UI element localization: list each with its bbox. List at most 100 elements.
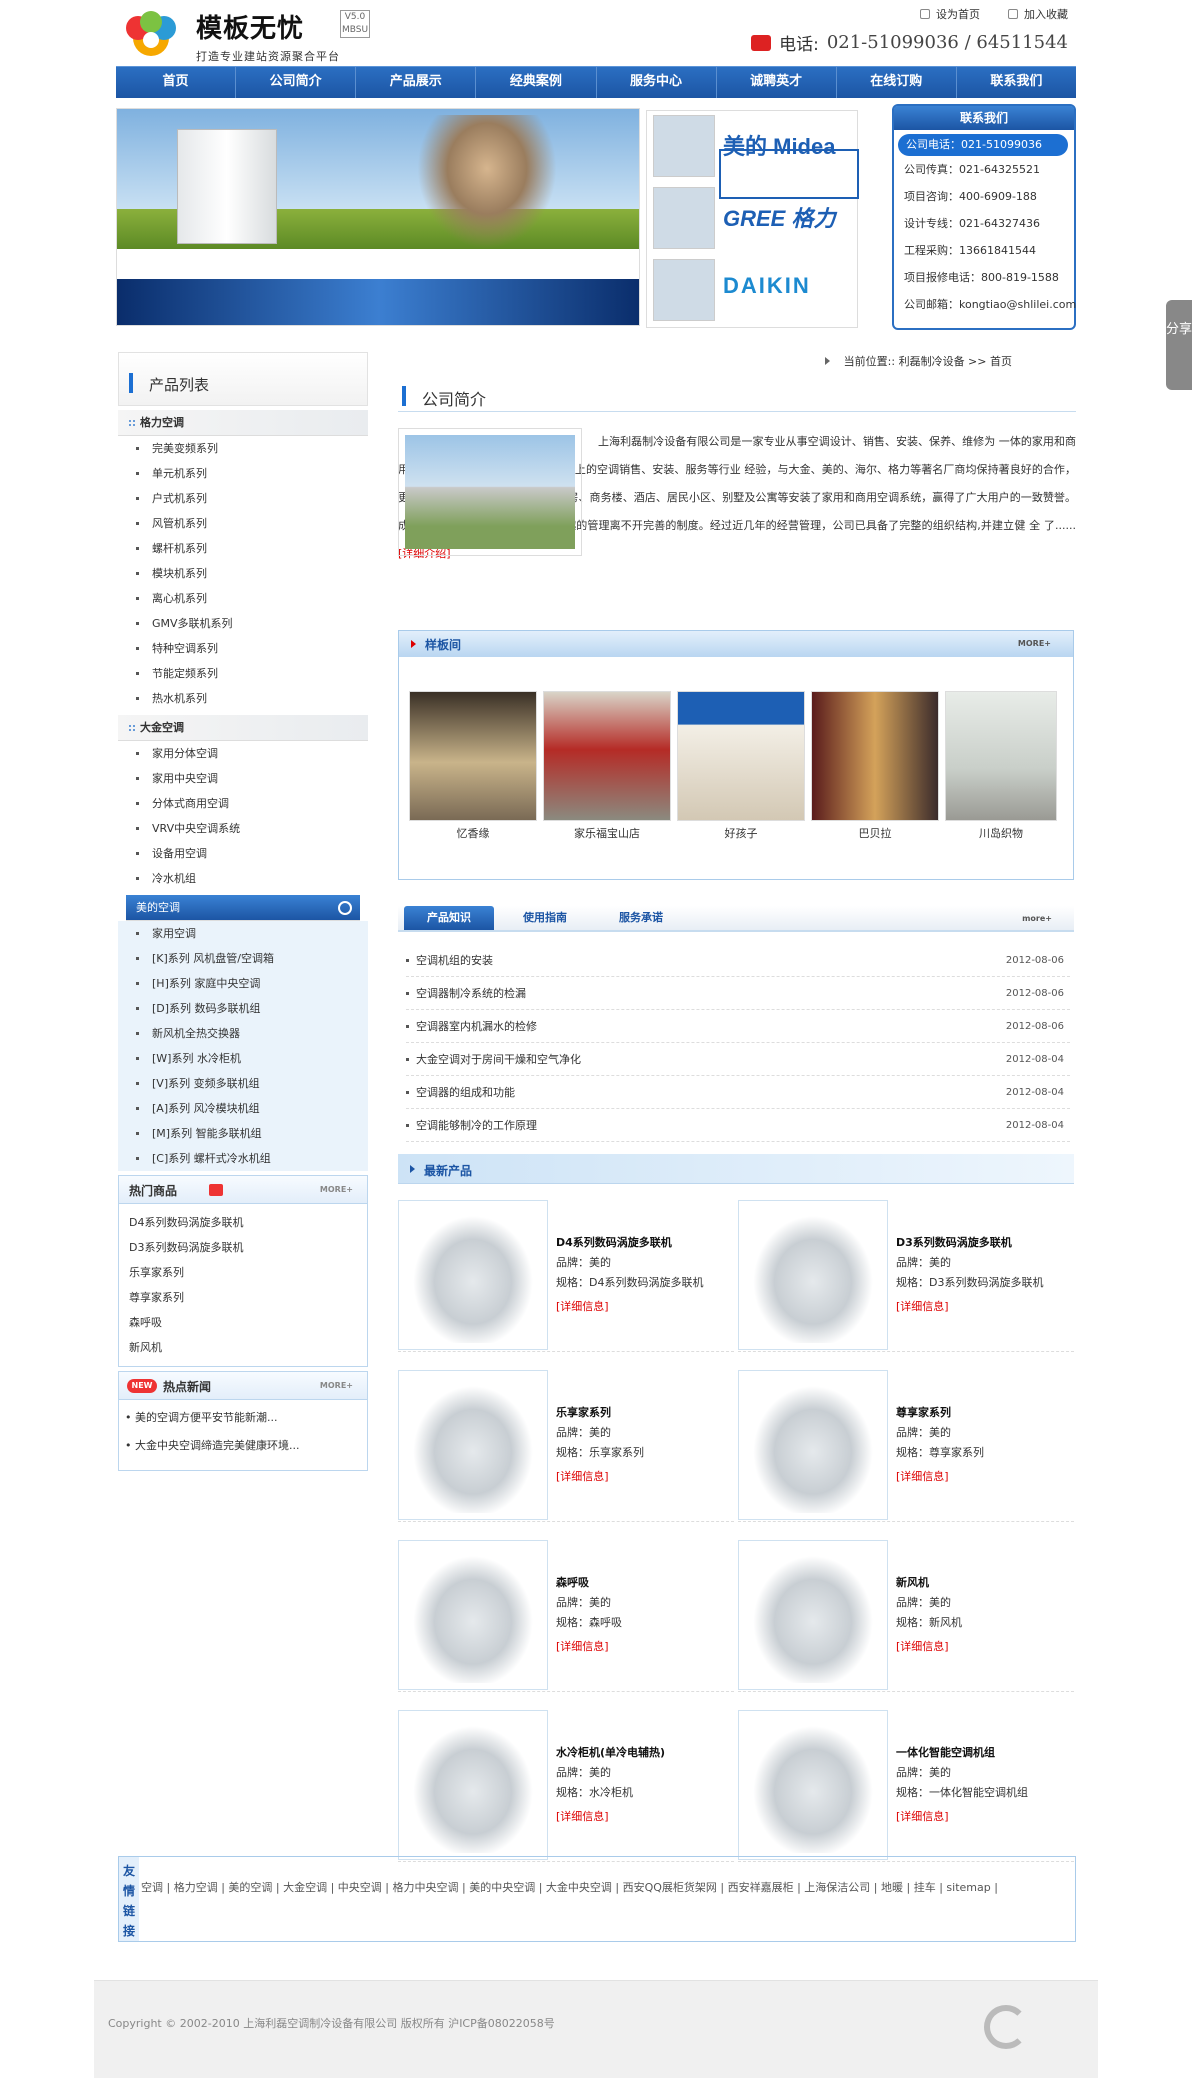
category-item[interactable]: 特种空调系列 bbox=[118, 636, 368, 661]
category-item[interactable]: 热水机系列 bbox=[118, 686, 368, 711]
hot-item[interactable]: 森呼吸 bbox=[119, 1310, 367, 1335]
product-card[interactable]: 水冷柜机(单冷电辅热) 品牌：美的 规格：水冷柜机 [详细信息] bbox=[398, 1710, 734, 1862]
nav-jobs[interactable]: 诚聘英才 bbox=[717, 67, 837, 98]
product-detail-link[interactable]: [详细信息] bbox=[896, 1808, 949, 1824]
news-item[interactable]: • 大金中央空调缔造完美健康环境... bbox=[119, 1432, 367, 1460]
category-midea[interactable]: 美的空调 bbox=[126, 895, 360, 921]
category-item[interactable]: 风管机系列 bbox=[118, 511, 368, 536]
category-item[interactable]: 家用中央空调 bbox=[118, 766, 368, 791]
category-item[interactable]: 节能定频系列 bbox=[118, 661, 368, 686]
tab-product-knowledge[interactable]: 产品知识 bbox=[404, 906, 494, 930]
banner-image[interactable] bbox=[116, 108, 640, 326]
nav-home[interactable]: 首页 bbox=[116, 67, 237, 98]
category-item[interactable]: 冷水机组 bbox=[118, 866, 368, 891]
hot-item[interactable]: 乐享家系列 bbox=[119, 1260, 367, 1285]
nav-products[interactable]: 产品展示 bbox=[356, 67, 477, 98]
showroom-more-link[interactable]: MORE+ bbox=[1018, 639, 1051, 648]
tab-usage-guide[interactable]: 使用指南 bbox=[500, 906, 590, 930]
product-detail-link[interactable]: [详细信息] bbox=[556, 1638, 609, 1654]
category-item[interactable]: 户式机系列 bbox=[118, 486, 368, 511]
showroom-card[interactable]: 川岛织物 bbox=[945, 691, 1057, 847]
product-card[interactable]: D4系列数码涡旋多联机 品牌：美的 规格：D4系列数码涡旋多联机 [详细信息] bbox=[398, 1200, 734, 1352]
category-item[interactable]: [H]系列 家庭中央空调 bbox=[118, 971, 368, 996]
brand-daikin[interactable]: DAIKIN bbox=[653, 259, 853, 323]
product-image[interactable] bbox=[738, 1540, 888, 1690]
set-home-link[interactable]: 设为首页 bbox=[920, 6, 980, 22]
product-card[interactable]: 森呼吸 品牌：美的 规格：森呼吸 [详细信息] bbox=[398, 1540, 734, 1692]
news-item[interactable]: • 美的空调方便平安节能新潮... bbox=[119, 1404, 367, 1432]
product-image[interactable] bbox=[738, 1710, 888, 1860]
friend-links-list[interactable]: 空调 | 格力空调 | 美的空调 | 大金空调 | 中央空调 | 格力中央空调 … bbox=[141, 1877, 1071, 1899]
list-item[interactable]: 空调器制冷系统的检漏 2012-08-06 bbox=[406, 977, 1070, 1010]
category-item[interactable]: [D]系列 数码多联机组 bbox=[118, 996, 368, 1021]
list-item[interactable]: 空调器的组成和功能 2012-08-04 bbox=[406, 1076, 1070, 1109]
category-item[interactable]: [W]系列 水冷柜机 bbox=[118, 1046, 368, 1071]
product-image[interactable] bbox=[398, 1540, 548, 1690]
product-image[interactable] bbox=[398, 1370, 548, 1520]
list-item[interactable]: 空调器室内机漏水的检修 2012-08-06 bbox=[406, 1010, 1070, 1043]
product-card[interactable]: 新风机 品牌：美的 规格：新风机 [详细信息] bbox=[738, 1540, 1074, 1692]
favorite-link[interactable]: 加入收藏 bbox=[1008, 6, 1068, 22]
product-image[interactable] bbox=[738, 1200, 888, 1350]
category-item[interactable]: GMV多联机系列 bbox=[118, 611, 368, 636]
brand-midea[interactable]: 美的 Midea bbox=[653, 115, 859, 199]
category-item[interactable]: [V]系列 变频多联机组 bbox=[118, 1071, 368, 1096]
product-detail-link[interactable]: [详细信息] bbox=[896, 1298, 949, 1314]
showroom-card[interactable]: 巴贝拉 bbox=[811, 691, 939, 847]
brand-gree[interactable]: GREE 格力 bbox=[653, 187, 853, 251]
product-image[interactable] bbox=[398, 1200, 548, 1350]
category-item[interactable]: 新风机全热交换器 bbox=[118, 1021, 368, 1046]
product-detail-link[interactable]: [详细信息] bbox=[556, 1468, 609, 1484]
product-detail-link[interactable]: [详细信息] bbox=[896, 1638, 949, 1654]
product-detail-link[interactable]: [详细信息] bbox=[896, 1468, 949, 1484]
category-item[interactable]: 家用空调 bbox=[118, 921, 368, 946]
nav-cases[interactable]: 经典案例 bbox=[476, 67, 597, 98]
hot-more-link[interactable]: MORE+ bbox=[320, 1185, 353, 1194]
contact-row: 公司邮箱：kongtiao@shlilei.com bbox=[904, 298, 1077, 311]
category-daikin[interactable]: 大金空调 bbox=[118, 715, 368, 741]
product-card[interactable]: 尊享家系列 品牌：美的 规格：尊享家系列 [详细信息] bbox=[738, 1370, 1074, 1522]
category-item[interactable]: 螺杆机系列 bbox=[118, 536, 368, 561]
hot-item[interactable]: D3系列数码涡旋多联机 bbox=[119, 1235, 367, 1260]
showroom-card[interactable]: 忆香缘 bbox=[409, 691, 537, 847]
category-item[interactable]: 离心机系列 bbox=[118, 586, 368, 611]
tab-service-promise[interactable]: 服务承诺 bbox=[596, 906, 686, 930]
category-item[interactable]: [C]系列 螺杆式冷水机组 bbox=[118, 1146, 368, 1171]
nav-order[interactable]: 在线订购 bbox=[837, 67, 957, 98]
product-card[interactable]: 乐享家系列 品牌：美的 规格：乐享家系列 [详细信息] bbox=[398, 1370, 734, 1522]
category-item[interactable]: 分体式商用空调 bbox=[118, 791, 368, 816]
share-button[interactable]: 分享 bbox=[1166, 300, 1192, 390]
product-detail-link[interactable]: [详细信息] bbox=[556, 1808, 609, 1824]
category-item[interactable]: 设备用空调 bbox=[118, 841, 368, 866]
category-gree[interactable]: 格力空调 bbox=[118, 410, 368, 436]
nav-contact[interactable]: 联系我们 bbox=[957, 67, 1076, 98]
showroom-card[interactable]: 家乐福宝山店 bbox=[543, 691, 671, 847]
list-item[interactable]: 空调能够制冷的工作原理 2012-08-04 bbox=[406, 1109, 1070, 1142]
product-image[interactable] bbox=[398, 1710, 548, 1860]
hot-item[interactable]: 新风机 bbox=[119, 1335, 367, 1360]
contact-title: 联系我们 bbox=[894, 106, 1074, 130]
category-item[interactable]: 完美变频系列 bbox=[118, 436, 368, 461]
list-item[interactable]: 大金空调对于房间干燥和空气净化 2012-08-04 bbox=[406, 1043, 1070, 1076]
category-item[interactable]: [K]系列 风机盘管/空调箱 bbox=[118, 946, 368, 971]
category-item[interactable]: [A]系列 风冷模块机组 bbox=[118, 1096, 368, 1121]
category-item[interactable]: 家用分体空调 bbox=[118, 741, 368, 766]
category-item[interactable]: 模块机系列 bbox=[118, 561, 368, 586]
banner: 美的 Midea GREE 格力 DAIKIN 联系我们 公司电话：021-51… bbox=[116, 104, 1076, 330]
nav-about[interactable]: 公司简介 bbox=[236, 67, 357, 98]
product-image[interactable] bbox=[738, 1370, 888, 1520]
category-item[interactable]: [M]系列 智能多联机组 bbox=[118, 1121, 368, 1146]
category-item[interactable]: VRV中央空调系统 bbox=[118, 816, 368, 841]
daikin-logo: DAIKIN bbox=[723, 273, 811, 298]
tabs-more-link[interactable]: more+ bbox=[1022, 914, 1052, 923]
product-detail-link[interactable]: [详细信息] bbox=[556, 1298, 609, 1314]
category-item[interactable]: 单元机系列 bbox=[118, 461, 368, 486]
product-card[interactable]: 一体化智能空调机组 品牌：美的 规格：一体化智能空调机组 [详细信息] bbox=[738, 1710, 1074, 1862]
product-card[interactable]: D3系列数码涡旋多联机 品牌：美的 规格：D3系列数码涡旋多联机 [详细信息] bbox=[738, 1200, 1074, 1352]
nav-service[interactable]: 服务中心 bbox=[597, 67, 717, 98]
showroom-card[interactable]: 好孩子 bbox=[677, 691, 805, 847]
news-more-link[interactable]: MORE+ bbox=[320, 1381, 353, 1390]
list-item[interactable]: 空调机组的安装 2012-08-06 bbox=[406, 944, 1070, 977]
hot-item[interactable]: 尊享家系列 bbox=[119, 1285, 367, 1310]
hot-item[interactable]: D4系列数码涡旋多联机 bbox=[119, 1210, 367, 1235]
